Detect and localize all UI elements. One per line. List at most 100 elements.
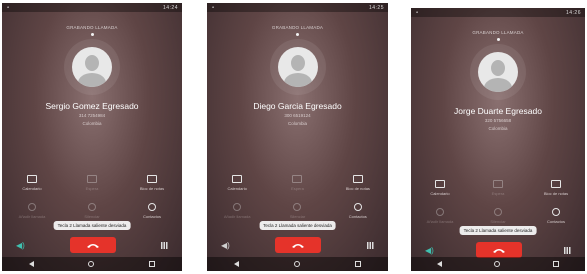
avatar-ring <box>64 39 120 95</box>
contact-name: Jorge Duarte Egresado <box>454 106 542 116</box>
recent-apps-icon[interactable] <box>354 261 361 267</box>
notification-icon: ⚬ <box>6 4 11 11</box>
contact-name: Sergio Gomez Egresado <box>45 101 139 111</box>
pause-icon <box>292 175 303 183</box>
status-bar: ⚬ 14:24 <box>2 3 182 12</box>
recording-dot-icon <box>90 33 94 36</box>
contacts-button[interactable]: Contactos <box>534 208 578 224</box>
contacts-icon <box>148 203 156 211</box>
add-icon <box>28 203 36 211</box>
navigation-bar <box>207 257 388 271</box>
contacts-icon <box>552 208 560 216</box>
contact-number: 320 5756658 <box>484 118 512 123</box>
mute-button[interactable]: Silenciar <box>70 203 114 219</box>
speaker-icon[interactable]: ◀) <box>221 241 230 250</box>
hold-button[interactable]: Espera <box>476 180 520 196</box>
keypad-icon[interactable] <box>366 241 374 249</box>
notification-icon: ⚬ <box>415 9 420 16</box>
notepad-icon <box>551 180 561 188</box>
speaker-icon[interactable]: ◀) <box>425 246 434 255</box>
recording-dot-icon <box>496 38 500 41</box>
end-call-button[interactable] <box>275 237 322 253</box>
navigation-bar <box>2 257 182 271</box>
controls-row-primary: Calendario Espera Bloc de notas <box>207 175 388 191</box>
contact-number: 314 7254984 <box>78 113 106 118</box>
contacts-button[interactable]: Contactos <box>130 203 174 219</box>
calendar-icon <box>435 180 445 188</box>
controls-row-secondary: Añadir llamada Silenciar Contactos <box>2 203 182 219</box>
notepad-button[interactable]: Bloc de notas <box>130 175 174 191</box>
hold-button[interactable]: Espera <box>275 175 319 191</box>
call-action-bar: ◀) <box>2 236 182 254</box>
contact-country: Colombia <box>82 121 102 126</box>
status-bar: ⚬ 14:25 <box>207 3 388 12</box>
add-call-button[interactable]: Añadir llamada <box>10 203 54 219</box>
phone-screen-3: ⚬ 14:26 GRABANDO LLAMADA Jorge Duarte Eg… <box>411 8 585 271</box>
back-icon[interactable] <box>437 261 443 267</box>
contact-country: Colombia <box>287 121 307 126</box>
notepad-icon <box>352 175 363 183</box>
notepad-icon <box>147 175 157 183</box>
recent-apps-icon[interactable] <box>148 261 155 267</box>
microphone-icon <box>293 203 302 211</box>
home-icon[interactable] <box>88 261 95 267</box>
back-icon[interactable] <box>29 261 35 267</box>
phone-screen-1: ⚬ 14:24 GRABANDO LLAMADA Sergio Gomez Eg… <box>2 3 182 271</box>
avatar <box>478 52 518 92</box>
status-time: 14:25 <box>368 4 384 11</box>
recording-label: GRABANDO LLAMADA <box>66 25 118 30</box>
contacts-button[interactable]: Contactos <box>336 203 380 219</box>
contact-name: Diego Garcia Egresado <box>253 101 342 111</box>
status-time: 14:24 <box>162 4 178 11</box>
navigation-bar <box>411 257 585 271</box>
controls-row-primary: Calendario Espera Bloc de notas <box>2 175 182 191</box>
avatar <box>277 47 318 87</box>
speaker-icon[interactable]: ◀) <box>16 241 25 250</box>
microphone-icon <box>88 203 96 211</box>
mute-button[interactable]: Silenciar <box>275 203 319 219</box>
contact-number: 300 6519124 <box>284 113 311 118</box>
pause-icon <box>493 180 503 188</box>
controls-row-secondary: Añadir llamada Silenciar Contactos <box>207 203 388 219</box>
end-call-icon <box>292 244 305 248</box>
contacts-icon <box>353 203 362 211</box>
calendar-icon <box>232 175 243 183</box>
status-time: 14:26 <box>565 9 581 16</box>
keypad-icon[interactable] <box>160 241 168 249</box>
phone-screen-2: ⚬ 14:25 GRABANDO LLAMADA Diego Garcia Eg… <box>207 3 388 271</box>
calendar-button[interactable]: Calendario <box>215 175 259 191</box>
hold-button[interactable]: Espera <box>70 175 114 191</box>
recording-label: GRABANDO LLAMADA <box>472 30 524 35</box>
mute-button[interactable]: Silenciar <box>476 208 520 224</box>
controls-row-secondary: Añadir llamada Silenciar Contactos <box>411 208 585 224</box>
toast-message: Tecla 2 Llamada saliente desviada <box>53 221 131 230</box>
call-action-bar: ◀) <box>207 236 388 254</box>
calendar-button[interactable]: Calendario <box>10 175 54 191</box>
microphone-icon <box>494 208 502 216</box>
end-call-button[interactable] <box>69 237 116 253</box>
notepad-button[interactable]: Bloc de notas <box>336 175 380 191</box>
status-bar: ⚬ 14:26 <box>411 8 585 17</box>
pause-icon <box>87 175 97 183</box>
add-call-button[interactable]: Añadir llamada <box>418 208 462 224</box>
add-icon <box>233 203 242 211</box>
add-icon <box>436 208 444 216</box>
end-call-button[interactable] <box>475 242 522 258</box>
recent-apps-icon[interactable] <box>552 261 559 267</box>
avatar <box>72 47 112 87</box>
home-icon[interactable] <box>293 261 300 267</box>
recording-dot-icon <box>296 33 299 36</box>
back-icon[interactable] <box>234 261 240 267</box>
toast-message: Tecla 2 Llamada saliente desviada <box>459 226 537 235</box>
calendar-icon <box>27 175 37 183</box>
keypad-icon[interactable] <box>563 246 571 254</box>
avatar-ring <box>269 39 326 95</box>
notepad-button[interactable]: Bloc de notas <box>534 180 578 196</box>
toast-message: Tecla 2 Llamada saliente desviada <box>259 221 336 230</box>
calendar-button[interactable]: Calendario <box>418 180 462 196</box>
add-call-button[interactable]: Añadir llamada <box>215 203 259 219</box>
recording-label: GRABANDO LLAMADA <box>271 25 324 30</box>
notification-icon: ⚬ <box>211 4 216 11</box>
end-call-icon <box>86 244 99 248</box>
home-icon[interactable] <box>494 261 501 267</box>
